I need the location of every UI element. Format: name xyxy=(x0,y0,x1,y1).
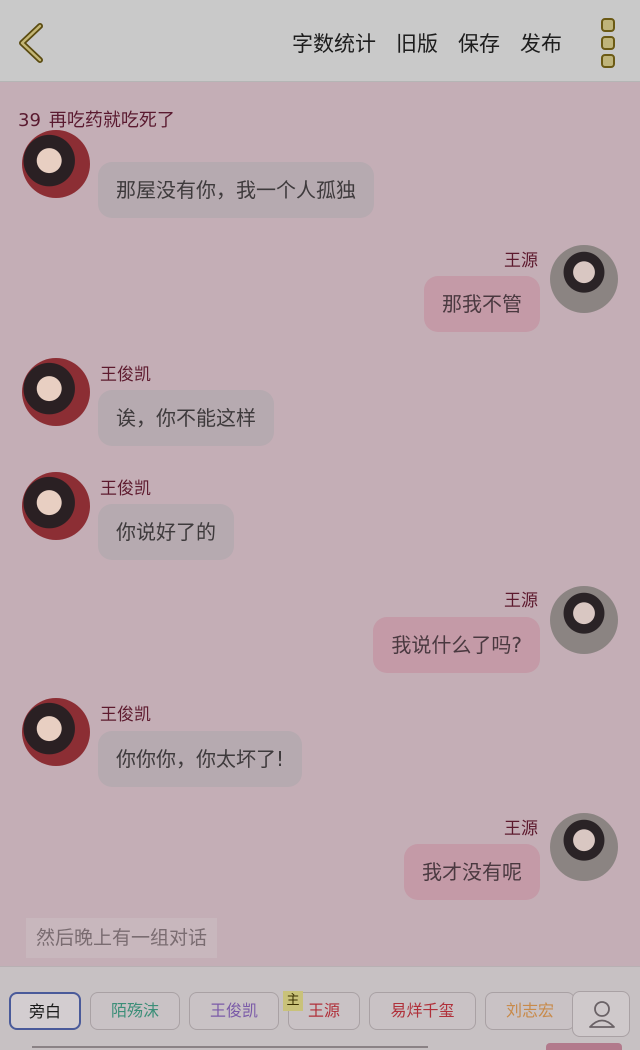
more-menu-button[interactable] xyxy=(598,18,618,70)
role-chip[interactable]: 易烊千玺 xyxy=(369,992,476,1030)
old-version-button[interactable]: 旧版 xyxy=(396,28,438,58)
message-bubble[interactable]: 那我不管 xyxy=(424,276,540,332)
chapter-title: 39 再吃药就吃死了 xyxy=(18,106,183,132)
more-dot-icon xyxy=(601,54,615,68)
top-bar: 字数统计 旧版 保存 发布 xyxy=(0,0,640,82)
avatar[interactable] xyxy=(22,698,90,766)
avatar[interactable] xyxy=(22,358,90,426)
chapter-number: 39 xyxy=(18,110,41,131)
message-bubble[interactable]: 你你你，你太坏了! xyxy=(98,731,303,787)
publish-button[interactable]: 发布 xyxy=(520,28,562,58)
add-role-button[interactable] xyxy=(572,991,630,1037)
speaker-name: 王源 xyxy=(504,591,538,611)
narration-text[interactable]: 然后晚上有一组对话 xyxy=(26,918,218,958)
back-button[interactable] xyxy=(12,20,52,66)
speaker-name: 王俊凯 xyxy=(100,479,151,499)
avatar[interactable] xyxy=(550,813,618,881)
message-bubble[interactable]: 诶，你不能这样 xyxy=(98,390,274,446)
save-button[interactable]: 保存 xyxy=(458,28,500,58)
speaker-name: 王源 xyxy=(504,251,538,271)
top-menu: 字数统计 旧版 保存 发布 xyxy=(292,28,562,58)
chapter-name: 再吃药就吃死了 xyxy=(48,110,175,131)
message-bubble[interactable]: 你说好了的 xyxy=(98,504,234,560)
avatar[interactable] xyxy=(22,130,90,198)
input-underline xyxy=(32,1046,428,1048)
message-bubble[interactable]: 我才没有呢 xyxy=(404,844,540,900)
role-chip-narrator[interactable]: 旁白 xyxy=(9,992,81,1030)
word-count-button[interactable]: 字数统计 xyxy=(292,28,376,58)
chevron-left-icon xyxy=(19,23,43,63)
message-bubble[interactable]: 那屋没有你，我一个人孤独 xyxy=(98,162,374,218)
role-bar: 旁白 陌殇沫 王俊凯 王源 易烊千玺 刘志宏 xyxy=(0,966,640,1050)
role-chip[interactable]: 陌殇沫 xyxy=(90,992,180,1030)
role-chip[interactable]: 王俊凯 xyxy=(189,992,279,1030)
speaker-name: 王俊凯 xyxy=(100,365,151,385)
avatar[interactable] xyxy=(550,245,618,313)
more-dot-icon xyxy=(601,36,615,50)
speaker-name: 王俊凯 xyxy=(100,705,151,725)
speaker-name: 王源 xyxy=(504,819,538,839)
main-role-badge: 主 xyxy=(283,991,303,1011)
role-chip[interactable]: 刘志宏 xyxy=(485,992,575,1030)
more-dot-icon xyxy=(601,18,615,32)
send-button[interactable] xyxy=(546,1043,622,1050)
message-bubble[interactable]: 我说什么了吗? xyxy=(373,617,540,673)
avatar[interactable] xyxy=(550,586,618,654)
avatar[interactable] xyxy=(22,472,90,540)
user-icon xyxy=(589,1001,615,1028)
